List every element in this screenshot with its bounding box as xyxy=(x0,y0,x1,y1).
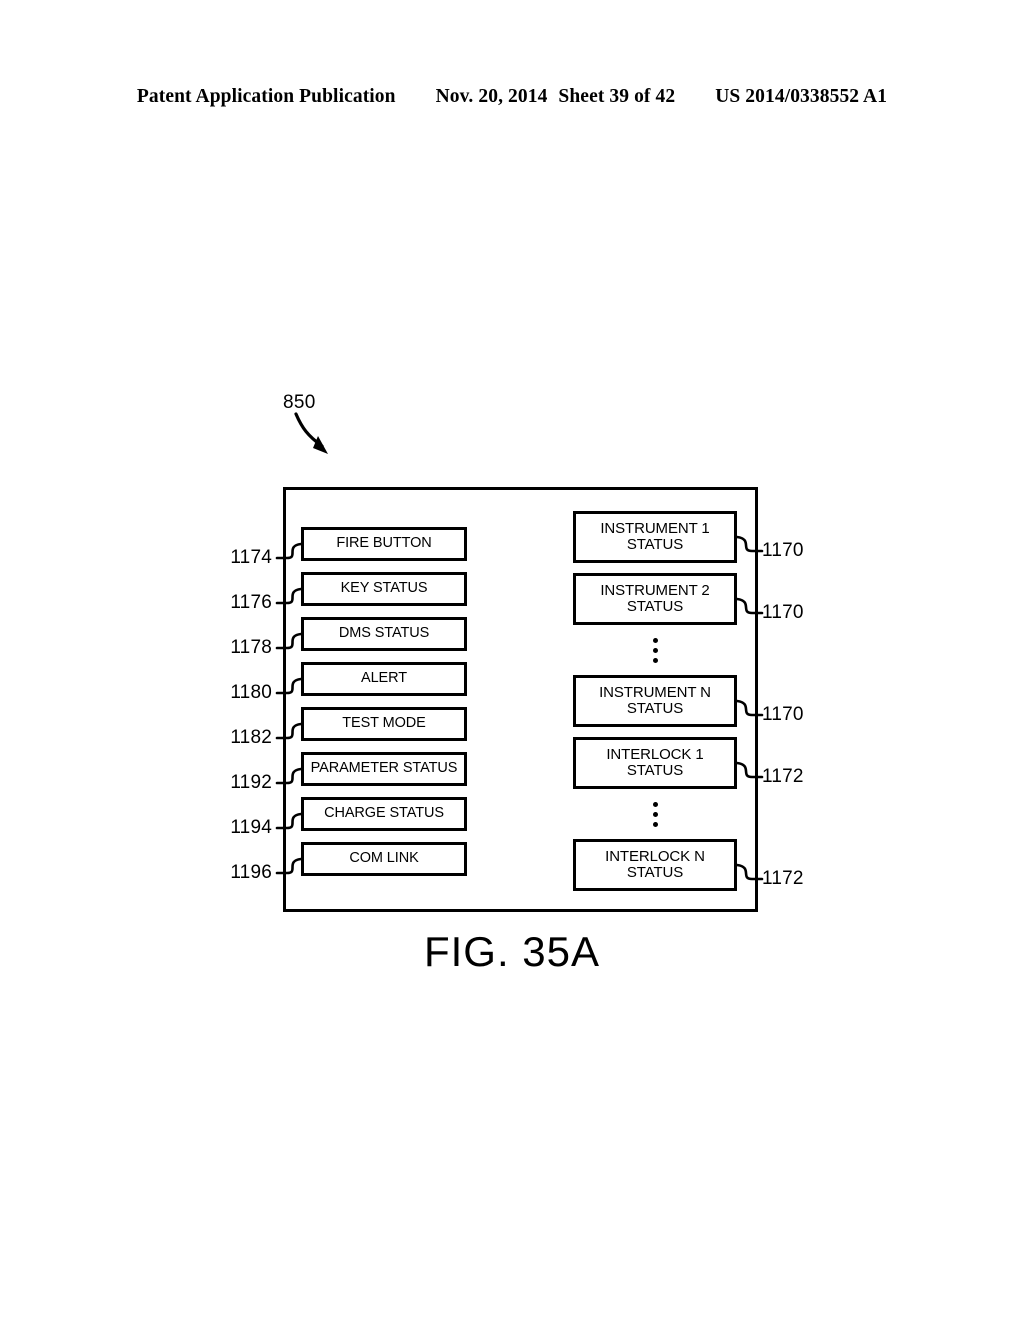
left-status-column: FIRE BUTTON KEY STATUS DMS STATUS ALERT TEST… xyxy=(301,527,467,887)
status-node: CHARGE STATUS xyxy=(301,797,467,831)
status-node: DMS STATUS xyxy=(301,617,467,651)
status-node-label-line1: INSTRUMENT 1 xyxy=(600,519,710,537)
status-node: PARAMETER STATUS xyxy=(301,752,467,786)
status-node-label-line2: STATUS xyxy=(626,762,684,779)
status-node-label: TEST MODE xyxy=(342,715,426,732)
status-node: INSTRUMENT 2 STATUS xyxy=(573,573,737,625)
reference-number-1176: 1176 xyxy=(230,592,272,613)
status-node: ALERT xyxy=(301,662,467,696)
reference-number-1172-4: 1172 xyxy=(762,868,804,889)
status-node-label-line2: STATUS xyxy=(626,536,684,553)
reference-number-1172-3: 1172 xyxy=(762,766,804,787)
status-node-label: PARAMETER STATUS xyxy=(310,760,458,777)
status-node-label-line1: INTERLOCK 1 xyxy=(606,745,704,763)
figure-35a: 850 FIRE BUTTON KEY STATUS DMS STATUS ALERT… xyxy=(0,0,1024,1320)
vertical-ellipsis-icon xyxy=(573,799,737,829)
status-node: INSTRUMENT N STATUS xyxy=(573,675,737,727)
reference-850-arrow-icon xyxy=(294,412,328,454)
reference-number-1170-0: 1170 xyxy=(762,540,804,561)
status-node-label-line2: STATUS xyxy=(626,864,684,881)
reference-number-1194: 1194 xyxy=(230,817,272,838)
status-node: TEST MODE xyxy=(301,707,467,741)
status-node-label-line1: INTERLOCK N xyxy=(605,847,705,865)
status-node-label-line2: STATUS xyxy=(626,598,684,615)
status-node: COM LINK xyxy=(301,842,467,876)
vertical-ellipsis-icon xyxy=(573,635,737,665)
right-status-column: INSTRUMENT 1 STATUS INSTRUMENT 2 STATUS INST… xyxy=(573,511,737,901)
reference-number-1180: 1180 xyxy=(230,682,272,703)
reference-number-1174: 1174 xyxy=(230,547,272,568)
status-node-label-line1: INSTRUMENT 2 xyxy=(600,581,710,599)
status-node-label: KEY STATUS xyxy=(340,580,428,597)
reference-number-1178: 1178 xyxy=(230,637,272,658)
status-node-label-line1: INSTRUMENT N xyxy=(599,683,711,701)
status-node: KEY STATUS xyxy=(301,572,467,606)
status-node-label: COM LINK xyxy=(349,850,419,867)
status-node: INTERLOCK N STATUS xyxy=(573,839,737,891)
status-node: INTERLOCK 1 STATUS xyxy=(573,737,737,789)
reference-number-1192: 1192 xyxy=(230,772,272,793)
status-node-label-line2: STATUS xyxy=(626,700,684,717)
figure-caption: FIG. 35A xyxy=(423,928,601,975)
reference-number-1196: 1196 xyxy=(230,862,272,883)
status-node-label: CHARGE STATUS xyxy=(324,805,444,822)
status-node: INSTRUMENT 1 STATUS xyxy=(573,511,737,563)
status-node-label: FIRE BUTTON xyxy=(336,535,432,552)
reference-number-1182: 1182 xyxy=(230,727,272,748)
status-node-label: DMS STATUS xyxy=(338,625,430,642)
status-node: FIRE BUTTON xyxy=(301,527,467,561)
status-node-label: ALERT xyxy=(361,670,407,687)
reference-number-1170-2: 1170 xyxy=(762,704,804,725)
reference-number-1170-1: 1170 xyxy=(762,602,804,623)
